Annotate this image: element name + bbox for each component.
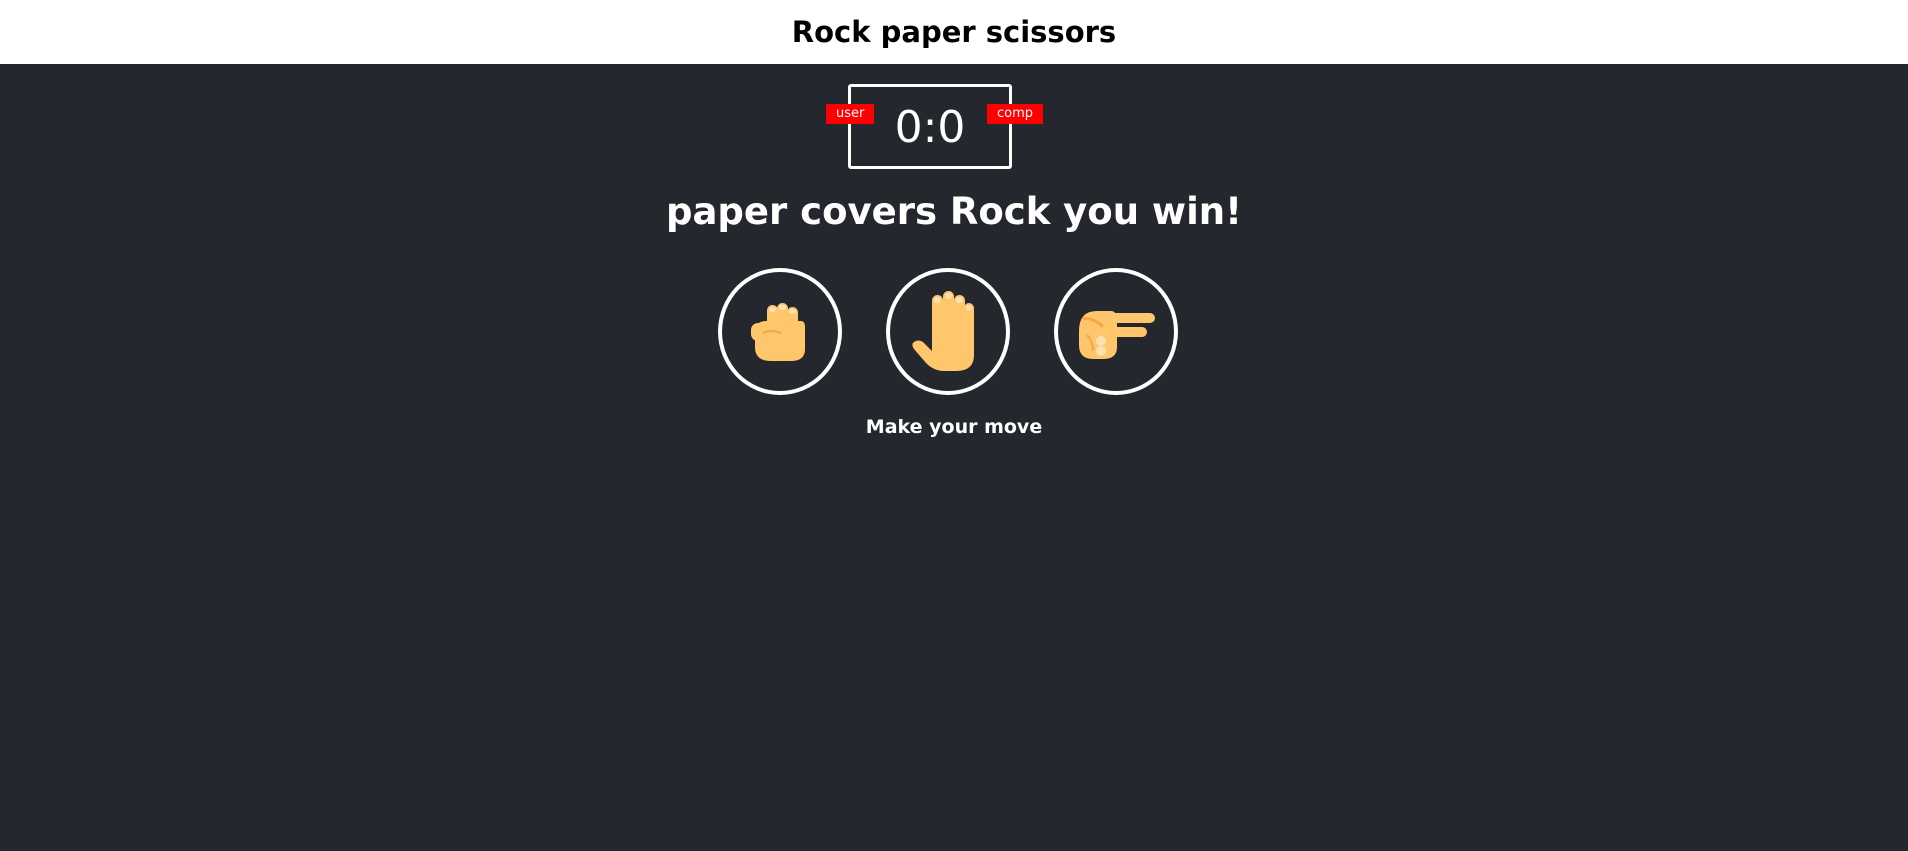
rock-fist-icon [751, 302, 805, 361]
result-message: paper covers Rock you win! [665, 190, 1243, 233]
comp-score-badge: comp [986, 104, 1043, 124]
scissors-hand-icon [1079, 310, 1155, 359]
paper-hand-icon [912, 290, 974, 371]
rock-button[interactable] [718, 268, 842, 395]
scoreboard: user 0:0 comp [826, 84, 1043, 169]
paper-button[interactable] [886, 268, 1010, 395]
page-title: Rock paper scissors [791, 15, 1117, 49]
header-bar: Rock paper scissors [0, 0, 1908, 64]
move-prompt: Make your move [865, 416, 1043, 438]
choices-row [718, 268, 1178, 395]
score-display: 0:0 [894, 102, 966, 153]
scissors-button[interactable] [1054, 268, 1178, 395]
user-score-badge: user [826, 104, 875, 124]
